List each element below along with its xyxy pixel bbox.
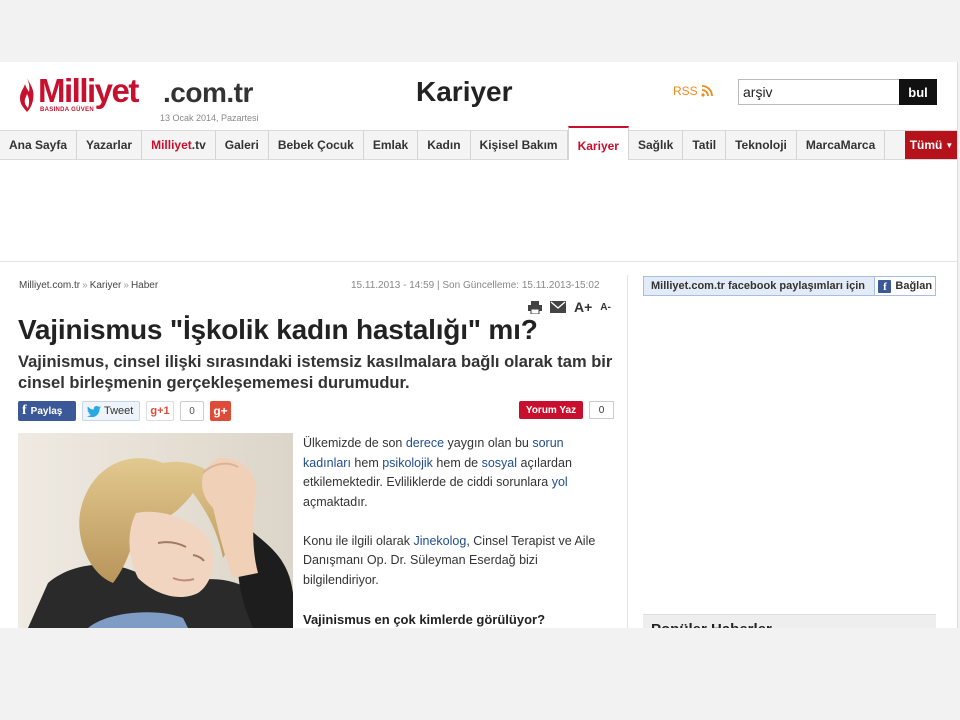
inline-keyword-link[interactable]: Jinekolog bbox=[413, 534, 466, 548]
print-icon[interactable] bbox=[528, 300, 542, 314]
nav-more-label: Tümü bbox=[909, 138, 943, 152]
facebook-share-label: Paylaş bbox=[30, 405, 63, 417]
article-paragraph-1: Ülkemizde de son derece yaygın olan bu s… bbox=[303, 434, 608, 512]
nav-item-marcamarca[interactable]: MarcaMarca bbox=[797, 131, 886, 159]
logo-tagline: BASINDA GÜVEN bbox=[40, 107, 95, 113]
article-spot: Vajinismus, cinsel ilişki sırasındaki is… bbox=[18, 353, 613, 392]
nav-item-kadin[interactable]: Kadın bbox=[418, 131, 471, 159]
flame-icon bbox=[20, 78, 34, 112]
nav-item-milliyet-tv[interactable]: Milliyet .tv bbox=[142, 131, 216, 159]
section-title: Kariyer bbox=[416, 76, 513, 107]
paragraph-text: hem de bbox=[432, 455, 482, 470]
rss-link[interactable]: RSS bbox=[673, 84, 713, 98]
nav-item-tatil[interactable]: Tatil bbox=[683, 131, 727, 159]
inline-keyword-link[interactable]: sorun bbox=[532, 436, 563, 450]
email-icon[interactable] bbox=[550, 301, 566, 313]
breadcrumb-home[interactable]: Milliyet.com.tr bbox=[19, 280, 80, 291]
nav-item-yazarlar[interactable]: Yazarlar bbox=[77, 131, 143, 159]
inline-keyword-link[interactable]: sosyal bbox=[482, 456, 517, 470]
tv-logo-main: Milliyet bbox=[151, 138, 192, 152]
breadcrumb-separator: » bbox=[82, 280, 88, 291]
search-button[interactable]: bul bbox=[899, 79, 937, 105]
nav-item-kariyer[interactable]: Kariyer bbox=[567, 126, 629, 160]
main-nav: Ana Sayfa Yazarlar Milliyet .tv Galeri Be… bbox=[0, 126, 957, 160]
rss-label: RSS bbox=[673, 84, 698, 98]
logo-domain: .com.tr bbox=[163, 77, 253, 108]
nav-item-saglik[interactable]: Sağlık bbox=[629, 131, 684, 159]
article-paragraph-2: Konu ile ilgili olarak Jinekolog, Cinsel… bbox=[303, 532, 608, 591]
milliyet-logo[interactable]: Milliyet .com.tr BASINDA GÜVEN 13 Ocak 2… bbox=[18, 70, 268, 130]
twitter-bird-icon bbox=[87, 405, 101, 417]
nav-item-ana-sayfa[interactable]: Ana Sayfa bbox=[0, 131, 78, 159]
nav-item-galeri[interactable]: Galeri bbox=[216, 131, 269, 159]
breadcrumb-section[interactable]: Kariyer bbox=[90, 280, 122, 291]
facebook-icon: f bbox=[22, 403, 27, 418]
web-page: Milliyet .com.tr BASINDA GÜVEN 13 Ocak 2… bbox=[0, 62, 958, 628]
inline-keyword-link[interactable]: psikolojik bbox=[382, 456, 433, 470]
nav-item-emlak[interactable]: Emlak bbox=[364, 131, 419, 159]
breadcrumb-current[interactable]: Haber bbox=[131, 280, 158, 291]
article-headline: Vajinismus "İşkolik kadın hastalığı" mı? bbox=[18, 314, 538, 345]
facebook-connect-text: Bağlan bbox=[895, 280, 933, 292]
font-increase-button[interactable]: A+ bbox=[574, 299, 592, 315]
breadcrumb-separator: » bbox=[123, 280, 129, 291]
logo-word: Milliyet bbox=[38, 72, 139, 109]
rss-icon bbox=[701, 85, 713, 97]
search-input[interactable] bbox=[738, 79, 900, 105]
tweet-label: Tweet bbox=[104, 405, 134, 417]
paragraph-text: Konu ile ilgili olarak bbox=[303, 533, 414, 548]
breadcrumb: Milliyet.com.tr» Kariyer» Haber bbox=[19, 280, 158, 291]
font-decrease-button[interactable]: A- bbox=[600, 302, 611, 313]
inline-keyword-link[interactable]: kadınları bbox=[303, 456, 351, 470]
paragraph-text: hem bbox=[350, 455, 383, 470]
updated-date: Son Güncelleme: 15.11.2013-15:02 bbox=[442, 280, 600, 291]
comment-count: 0 bbox=[589, 401, 614, 419]
tweet-button[interactable]: Tweet bbox=[82, 401, 140, 421]
tv-logo-suffix: .tv bbox=[191, 138, 206, 152]
article-photo bbox=[18, 433, 293, 628]
woman-holding-head-image bbox=[18, 433, 293, 628]
article-subheading: Vajinismus en çok kimlerde görülüyor? bbox=[303, 611, 546, 627]
published-date: 15.11.2013 - 14:59 bbox=[351, 280, 435, 291]
write-comment-button[interactable]: Yorum Yaz bbox=[519, 401, 583, 419]
article-body: Ülkemizde de son derece yaygın olan bu s… bbox=[303, 434, 608, 628]
nav-more-button[interactable]: Tümü ▼ bbox=[905, 131, 957, 159]
nav-item-teknoloji[interactable]: Teknoloji bbox=[726, 131, 797, 159]
facebook-connect-label: Milliyet.com.tr facebook paylaşımları iç… bbox=[651, 280, 865, 292]
popular-news-header: Popüler Haberler bbox=[643, 614, 936, 628]
paragraph-text: açmaktadır. bbox=[303, 494, 368, 509]
header-date: 13 Ocak 2014, Pazartesi bbox=[160, 113, 259, 123]
caret-down-icon: ▼ bbox=[945, 140, 954, 150]
column-divider bbox=[627, 275, 628, 628]
article-tools: A+ A- bbox=[528, 299, 611, 315]
ad-space bbox=[0, 161, 957, 262]
google-plus-count: 0 bbox=[180, 401, 204, 421]
facebook-icon: f bbox=[878, 279, 892, 293]
facebook-share-button[interactable]: f Paylaş bbox=[18, 401, 76, 421]
facebook-connect-button[interactable]: f Bağlan bbox=[874, 277, 935, 295]
inline-keyword-link[interactable]: derece bbox=[406, 436, 444, 450]
nav-item-kisisel-bakim[interactable]: Kişisel Bakım bbox=[471, 131, 568, 159]
google-plus-one-button[interactable]: g+1 bbox=[146, 401, 174, 421]
inline-keyword-link[interactable]: yol bbox=[552, 475, 568, 489]
google-plus-share-button[interactable]: g+ bbox=[210, 401, 231, 421]
paragraph-text: yaygın olan bu bbox=[444, 436, 533, 450]
nav-item-bebek-cocuk[interactable]: Bebek Çocuk bbox=[269, 131, 364, 159]
facebook-connect-bar: Milliyet.com.tr facebook paylaşımları iç… bbox=[643, 276, 936, 296]
article-dates: 15.11.2013 - 14:59 | Son Güncelleme: 15.… bbox=[351, 280, 600, 291]
paragraph-text: Ülkemizde de son bbox=[303, 436, 406, 450]
share-bar: f Paylaş Tweet g+1 0 g+ bbox=[18, 401, 231, 421]
